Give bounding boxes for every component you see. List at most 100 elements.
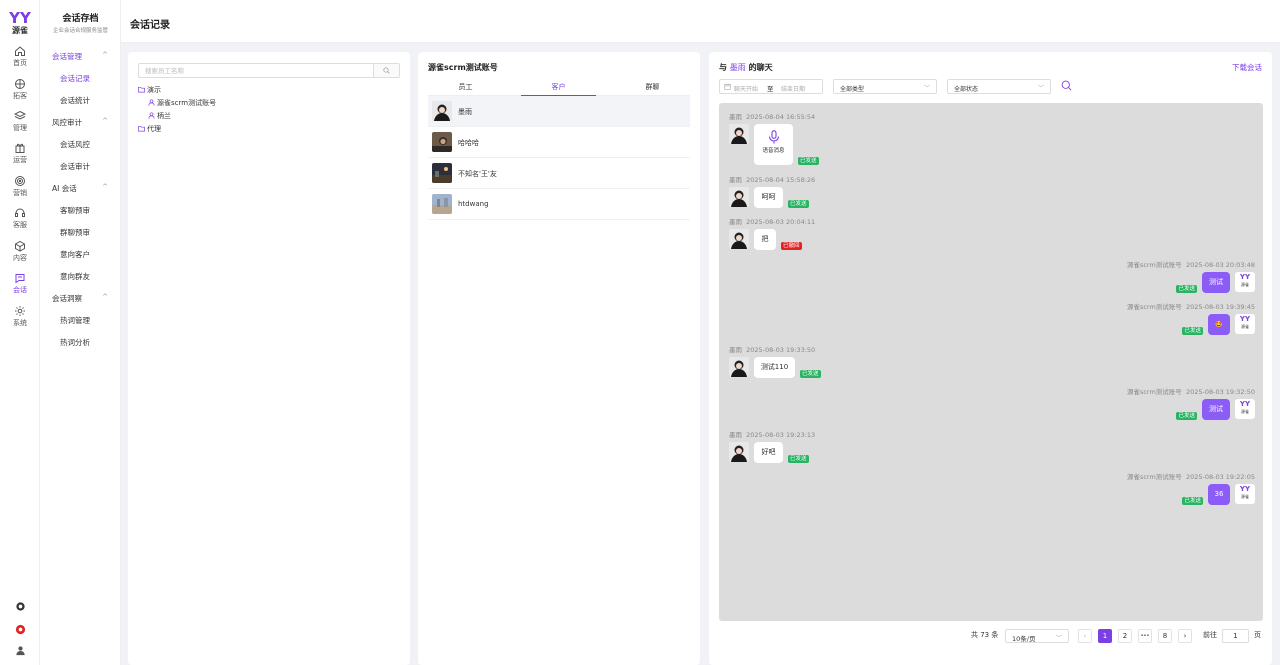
tree-folder-demo[interactable]: 演示	[138, 85, 161, 95]
message-meta: 源雀scrm测试账号 2025-08-03 20:03:48	[1126, 261, 1255, 269]
mini-logo-text: 源雀	[1241, 324, 1249, 329]
prev-page-button[interactable]: ‹	[1078, 629, 1092, 643]
next-page-button[interactable]: ›	[1178, 629, 1192, 643]
message-bubble[interactable]: 测试110	[754, 357, 795, 378]
rail-label: 运营	[13, 156, 27, 164]
message-meta: 源雀scrm测试账号 2025-08-03 19:32:50	[1126, 388, 1255, 396]
avatar	[432, 163, 452, 183]
message-bubble[interactable]: 好吧	[754, 442, 783, 463]
chevron-down-icon: ﹀	[923, 85, 930, 92]
menu-group-risk-audit[interactable]: 风控审计 ^	[52, 117, 112, 128]
rail-item-chat[interactable]: 会话	[0, 272, 40, 304]
menu-group-ai-chat[interactable]: AI 会话 ^	[52, 183, 112, 194]
mini-logo: YY	[1239, 400, 1251, 408]
mini-logo: YY	[1239, 273, 1251, 281]
mini-logo-text: 源雀	[1241, 409, 1249, 414]
menu-item-hotword-analysis[interactable]: 热词分析	[60, 337, 90, 348]
page-ellipsis[interactable]: •••	[1138, 629, 1152, 643]
mini-logo: YY	[1239, 485, 1251, 493]
contact-item[interactable]: 哈哈哈	[428, 127, 690, 158]
message-bubble[interactable]: 🤩	[1208, 314, 1230, 335]
voice-message[interactable]: 语音消息	[754, 124, 793, 165]
chat-search-button[interactable]	[1061, 80, 1072, 93]
menu-item-chat-stats[interactable]: 会话统计	[60, 95, 90, 106]
calendar-icon	[724, 83, 731, 90]
contact-name: 墨雨	[458, 108, 472, 116]
user-profile[interactable]	[0, 645, 40, 658]
submenu: 会话存档 企业会话合规服务监管 会话管理 ^ 会话记录 会话统计 风控审计 ^ …	[40, 0, 121, 665]
message-meta: 墨雨 2025-08-03 20:04:11	[729, 218, 816, 226]
user-outline-icon	[148, 99, 155, 106]
contact-item[interactable]: htdwang	[428, 189, 690, 220]
menu-group-insight[interactable]: 会话洞察 ^	[52, 293, 112, 304]
menu-group-label: AI 会话	[52, 184, 77, 193]
tree-folder-agent[interactable]: 代理	[138, 124, 161, 134]
goto-label: 前往	[1203, 631, 1217, 639]
status-badge: 已撤回	[781, 242, 802, 250]
rail-item-home[interactable]: 首页	[0, 45, 40, 77]
menu-item-chat-audit[interactable]: 会话审计	[60, 161, 90, 172]
status-filter-select[interactable]: 全部状态 ﹀	[947, 79, 1051, 94]
page-button[interactable]: 2	[1118, 629, 1132, 643]
rail-item-system[interactable]: 系统	[0, 305, 40, 337]
rail-item-marketing[interactable]: 营销	[0, 175, 40, 207]
tab-customer[interactable]: 客户	[521, 82, 596, 96]
rail-item-acquire[interactable]: 拓客	[0, 78, 40, 110]
menu-item-intent-customer[interactable]: 意向客户	[60, 249, 90, 260]
chat-header-suffix: 的聊天	[748, 63, 773, 72]
notification-shortcut[interactable]	[0, 624, 40, 637]
menu-item-chat-records[interactable]: 会话记录	[60, 73, 90, 84]
staff-search-input[interactable]	[139, 64, 369, 77]
message-bubble[interactable]: 测试	[1202, 272, 1230, 293]
message-meta: 墨雨 2025-08-03 19:23:13	[729, 431, 816, 439]
rail-item-manage[interactable]: 管理	[0, 110, 40, 142]
mini-logo-text: 源雀	[1241, 282, 1249, 287]
contact-item[interactable]: 不知名'王'友	[428, 158, 690, 189]
rail-item-service[interactable]: 客服	[0, 207, 40, 239]
folder-icon	[138, 86, 145, 93]
avatar	[432, 194, 452, 214]
tab-staff[interactable]: 员工	[428, 82, 503, 96]
tree-user-test-account[interactable]: 源雀scrm测试账号	[148, 98, 216, 108]
date-separator: 至	[767, 85, 774, 93]
message-bubble[interactable]: 测试	[1202, 399, 1230, 420]
type-filter-select[interactable]: 全部类型 ﹀	[833, 79, 937, 94]
menu-item-group-review[interactable]: 群聊预审	[60, 227, 90, 238]
rail-label: 管理	[13, 124, 27, 132]
download-chat-link[interactable]: 下载会话	[1232, 62, 1262, 73]
contact-name: htdwang	[458, 200, 489, 208]
cog-icon	[15, 602, 25, 611]
rail-label: 首页	[13, 59, 27, 67]
contact-name: 哈哈哈	[458, 139, 479, 147]
chevron-left-icon: ‹	[1083, 632, 1087, 640]
menu-item-hotword-manage[interactable]: 热词管理	[60, 315, 90, 326]
brand-name: 源雀	[12, 26, 28, 35]
submenu-title: 会话存档	[62, 14, 99, 24]
menu-item-intent-group[interactable]: 意向群友	[60, 271, 90, 282]
menu-item-customer-review[interactable]: 客聊预审	[60, 205, 90, 216]
rail-item-operate[interactable]: 运营	[0, 142, 40, 174]
layers-icon	[14, 110, 26, 120]
brand-logo[interactable]: YY 源雀	[6, 10, 34, 36]
tree-user-binglan[interactable]: 柄兰	[148, 111, 171, 121]
chat-panel: 与 墨雨 的聊天 下载会话 聊天开始 至 结束日期 全部类型 ﹀ 全部状态 ﹀ …	[709, 52, 1272, 665]
page-button[interactable]: 1	[1098, 629, 1112, 643]
rail-item-content[interactable]: 内容	[0, 240, 40, 272]
date-range-picker[interactable]: 聊天开始 至 结束日期	[719, 79, 823, 94]
staff-search-button[interactable]	[373, 64, 399, 77]
menu-item-chat-risk[interactable]: 会话风控	[60, 139, 90, 150]
page-button[interactable]: 8	[1158, 629, 1172, 643]
message-meta: 墨雨 2025-08-04 16:55:54	[729, 113, 816, 121]
page-size-select[interactable]: 10条/页 ﹀	[1005, 629, 1069, 643]
message-bubble[interactable]: 36	[1208, 484, 1230, 505]
message-bubble[interactable]: 呵呵	[754, 187, 783, 208]
settings-shortcut[interactable]	[0, 601, 40, 614]
tab-group[interactable]: 群聊	[615, 82, 690, 96]
microphone-icon	[768, 130, 779, 144]
chat-message-area[interactable]: 墨雨 2025-08-04 16:55:54 语音消息 已发送 墨雨 2025-…	[719, 103, 1263, 621]
goto-page-input[interactable]: 1	[1222, 629, 1249, 643]
message-bubble[interactable]: 把	[754, 229, 776, 250]
status-badge: 已发送	[788, 455, 809, 463]
contact-item[interactable]: 墨雨	[428, 96, 690, 127]
menu-group-chat-manage[interactable]: 会话管理 ^	[52, 51, 112, 62]
